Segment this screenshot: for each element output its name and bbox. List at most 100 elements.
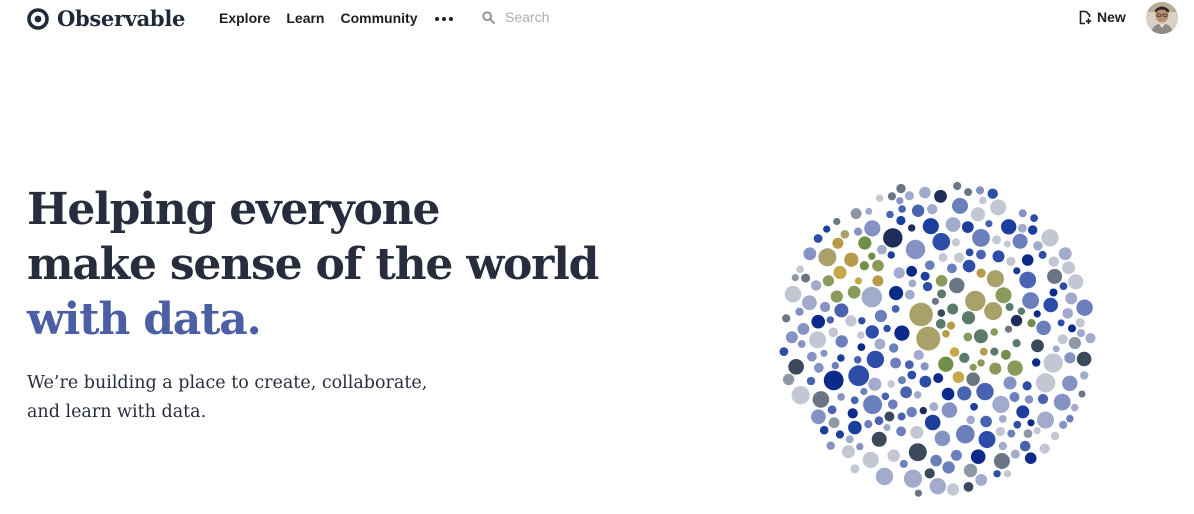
bubble [1080,371,1089,380]
bubble [796,265,804,274]
bubble [935,319,946,329]
bubble [963,463,978,478]
bubble [875,467,894,486]
bubble [919,375,932,388]
bubble [1068,336,1081,350]
bubble [850,464,860,474]
bubble [1013,420,1022,429]
bubble [828,327,839,338]
bubble [1001,219,1017,235]
bubble [987,188,998,199]
bubble [932,233,951,251]
bubble [811,314,825,329]
bubble [934,430,951,447]
bubble [961,221,974,233]
nav-community[interactable]: Community [340,10,417,26]
bubble [802,295,817,311]
bubble [833,265,847,280]
bubble [916,326,941,351]
bubble [896,197,904,205]
search-box[interactable] [482,9,665,25]
bubble [896,215,906,226]
bubble [1009,392,1020,402]
bubble [807,351,817,362]
new-button[interactable]: New [1078,9,1126,25]
bubble [1036,320,1051,336]
nav-learn[interactable]: Learn [286,10,324,26]
bubble [896,426,906,437]
bubble [853,356,862,364]
bubble [887,399,898,410]
search-input[interactable] [505,9,665,25]
bubble [832,237,844,249]
bubble [942,330,950,338]
bubble [1032,358,1041,367]
bubble [795,307,804,316]
bubble [1050,431,1060,441]
bubble [896,183,906,194]
bubble [874,338,886,350]
bubble [984,302,1003,321]
bubble [1012,339,1021,348]
bubble [782,373,795,386]
bubble [791,386,810,405]
bubble [1047,268,1063,284]
bubble [906,265,917,277]
bubble [835,430,844,439]
nav-explore[interactable]: Explore [219,10,270,26]
bubble [998,415,1007,423]
bubble [949,277,965,294]
bubble [884,411,895,422]
bubble [995,426,1006,437]
bubble [992,395,1010,413]
bubble [964,188,973,197]
avatar-image [1146,2,1178,34]
bubble [1038,250,1047,259]
bubble [929,478,946,495]
bubble [820,301,831,313]
bubble [862,451,879,468]
bubble [848,365,870,387]
bubble [903,469,923,488]
bubble [850,208,862,220]
bubble [812,391,830,408]
new-button-label: New [1097,9,1126,25]
bubble [963,332,973,342]
bubble [827,405,837,415]
bubble [1068,324,1076,333]
bubble [864,420,873,429]
bubble [868,377,882,391]
bubble [898,376,906,385]
bubble [831,361,839,370]
bubble [1041,229,1059,247]
search-icon [482,10,495,24]
bubble [990,328,998,336]
more-horizontal-icon[interactable] [433,15,455,23]
bubble [1030,214,1038,222]
bubble [919,406,927,415]
bubble [935,275,948,287]
bubble [1028,225,1038,235]
bubble [1062,261,1076,275]
bubble [941,387,955,401]
observable-logo[interactable]: Observable [27,6,185,31]
bubble [883,228,903,248]
bubble [976,249,986,260]
bubble [938,252,948,262]
bubble [961,311,976,325]
bubble [1010,314,1023,327]
bubble [1037,393,1049,405]
bubble [1075,318,1085,328]
user-avatar[interactable] [1146,2,1178,34]
bubble [891,305,900,313]
bubble [1007,429,1016,438]
bubble [813,362,824,373]
bubble [1062,308,1073,319]
bubble [1022,381,1032,391]
bubble [830,290,843,303]
bubble [1053,393,1071,411]
bubble [946,321,956,330]
bubble [811,409,826,425]
bubble [966,415,975,425]
bubble [946,483,960,496]
